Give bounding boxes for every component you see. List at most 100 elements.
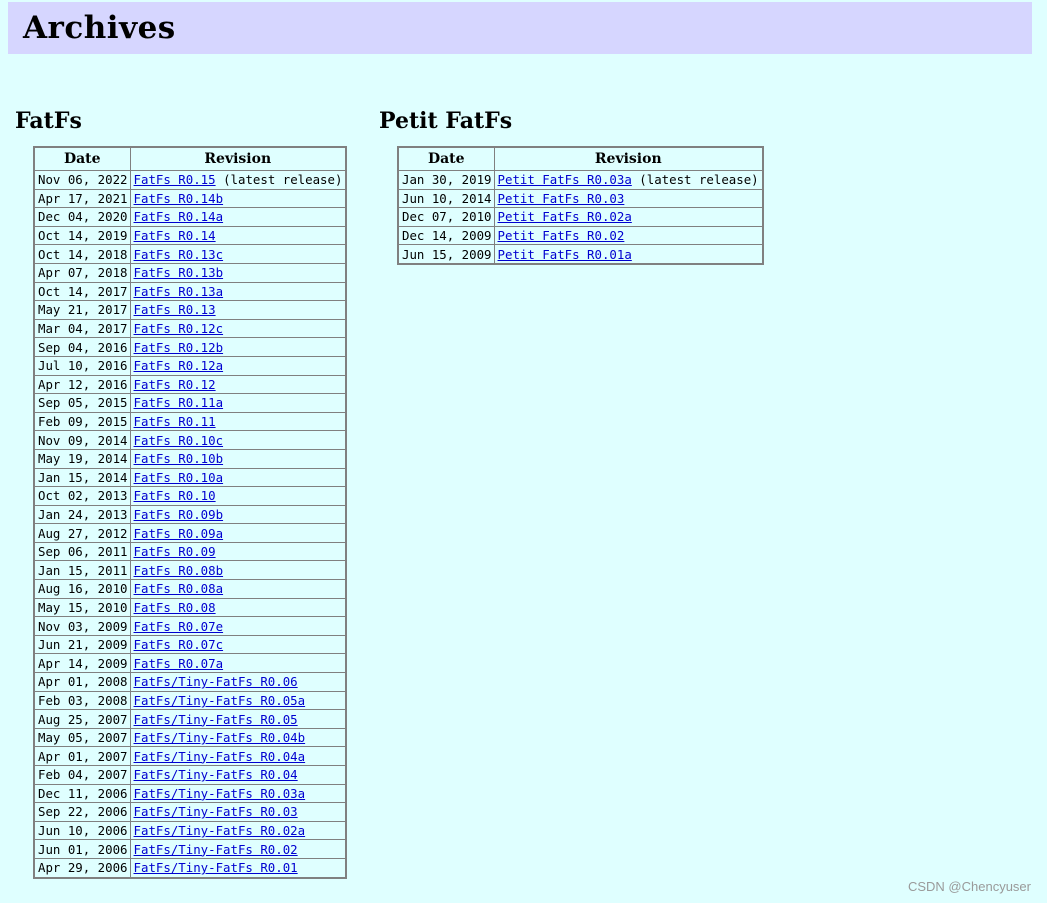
revision-link[interactable]: FatFs R0.13b	[134, 265, 224, 280]
release-date: Jun 01, 2006	[33, 839, 131, 859]
revision-link[interactable]: FatFs/Tiny-FatFs R0.01	[134, 860, 298, 875]
revision-link[interactable]: FatFs R0.10	[134, 488, 216, 503]
table-row: Mar 04, 2017 FatFs R0.12c	[33, 318, 347, 339]
release-date: May 15, 2010	[33, 597, 131, 618]
table-row: Jun 10, 2006 FatFs/Tiny-FatFs R0.02a	[33, 820, 347, 841]
release-date: Oct 14, 2017	[33, 281, 131, 302]
petit-fatfs-heading: Petit FatFs	[379, 108, 513, 134]
release-date: Feb 03, 2008	[33, 690, 131, 711]
table-row: Oct 02, 2013 FatFs R0.10	[33, 486, 347, 506]
release-date: Aug 27, 2012	[33, 523, 131, 543]
revision-link[interactable]: FatFs R0.08	[134, 600, 216, 615]
revision-link[interactable]: FatFs R0.11a	[134, 395, 224, 410]
revision-link[interactable]: FatFs/Tiny-FatFs R0.04a	[134, 749, 306, 764]
table-row: Aug 16, 2010 FatFs R0.08a	[33, 579, 347, 599]
revision-link[interactable]: FatFs R0.14b	[134, 191, 224, 206]
release-date: Jan 15, 2014	[33, 467, 131, 488]
revision-link[interactable]: FatFs R0.10a	[134, 470, 224, 485]
release-date: May 05, 2007	[33, 727, 131, 748]
revision-link[interactable]: FatFs/Tiny-FatFs R0.04	[134, 767, 298, 782]
table-row: Jan 30, 2019 Petit FatFs R0.03a (latest r…	[397, 170, 764, 190]
revision-link[interactable]: FatFs R0.10c	[134, 433, 224, 448]
revision-link[interactable]: FatFs R0.13c	[134, 247, 224, 262]
revision-link[interactable]: FatFs R0.12	[134, 377, 216, 392]
revision-link[interactable]: FatFs R0.14	[134, 228, 216, 243]
revision-link[interactable]: FatFs R0.13	[134, 302, 216, 317]
column-header-revision: Revision	[493, 146, 764, 171]
revision-link[interactable]: FatFs R0.13a	[134, 284, 224, 299]
revision-link[interactable]: Petit FatFs R0.03	[498, 191, 625, 206]
table-row: Dec 11, 2006 FatFs/Tiny-FatFs R0.03a	[33, 783, 347, 804]
revision-link[interactable]: FatFs/Tiny-FatFs R0.05a	[134, 693, 306, 708]
revision-cell: Petit FatFs R0.02	[493, 225, 764, 246]
table-row: Dec 14, 2009 Petit FatFs R0.02	[397, 225, 764, 246]
table-row: Jun 10, 2014 Petit FatFs R0.03	[397, 188, 764, 209]
revision-cell: FatFs/Tiny-FatFs R0.02	[129, 839, 347, 859]
revision-link[interactable]: FatFs R0.07e	[134, 619, 224, 634]
revision-link[interactable]: Petit FatFs R0.02	[498, 228, 625, 243]
revision-link[interactable]: FatFs/Tiny-FatFs R0.03a	[134, 786, 306, 801]
revision-cell: FatFs R0.07a	[129, 653, 347, 674]
revision-link[interactable]: FatFs R0.10b	[134, 451, 224, 466]
revision-cell: FatFs R0.12b	[129, 337, 347, 357]
revision-link[interactable]: FatFs/Tiny-FatFs R0.02	[134, 842, 298, 857]
table-row: Aug 25, 2007 FatFs/Tiny-FatFs R0.05	[33, 709, 347, 729]
revision-cell: FatFs R0.08	[129, 597, 347, 618]
release-date: Jan 15, 2011	[33, 560, 131, 581]
table-row: Jun 01, 2006 FatFs/Tiny-FatFs R0.02	[33, 839, 347, 859]
table-row: Oct 14, 2017 FatFs R0.13a	[33, 281, 347, 302]
table-header-row: Date Revision	[397, 146, 764, 171]
revision-cell: Petit FatFs R0.03	[493, 188, 764, 209]
release-date: Apr 07, 2018	[33, 262, 131, 283]
revision-link[interactable]: FatFs R0.15	[134, 172, 216, 187]
table-row: Apr 14, 2009 FatFs R0.07a	[33, 653, 347, 674]
revision-cell: FatFs R0.10b	[129, 448, 347, 469]
revision-link[interactable]: Petit FatFs R0.02a	[498, 209, 632, 224]
revision-cell: FatFs R0.07c	[129, 634, 347, 655]
revision-link[interactable]: FatFs/Tiny-FatFs R0.03	[134, 804, 298, 819]
revision-link[interactable]: FatFs R0.12a	[134, 358, 224, 373]
revision-link[interactable]: FatFs/Tiny-FatFs R0.06	[134, 674, 298, 689]
revision-cell: FatFs/Tiny-FatFs R0.05a	[129, 690, 347, 711]
release-date: Sep 04, 2016	[33, 337, 131, 357]
revision-link[interactable]: FatFs R0.12c	[134, 321, 224, 336]
revision-cell: FatFs R0.14a	[129, 207, 347, 227]
release-date: Apr 17, 2021	[33, 188, 131, 209]
release-date: Sep 06, 2011	[33, 541, 131, 562]
fatfs-archive-table: Date Revision Nov 06, 2022 FatFs R0.15 (l…	[33, 146, 347, 879]
revision-cell: FatFs R0.14b	[129, 188, 347, 209]
release-date: Apr 01, 2007	[33, 746, 131, 766]
revision-link[interactable]: FatFs R0.08b	[134, 563, 224, 578]
release-date: Nov 09, 2014	[33, 430, 131, 450]
revision-link[interactable]: FatFs/Tiny-FatFs R0.04b	[134, 730, 306, 745]
revision-link[interactable]: FatFs R0.09	[134, 544, 216, 559]
release-date: Jun 15, 2009	[397, 244, 495, 265]
revision-link[interactable]: FatFs R0.12b	[134, 340, 224, 355]
revision-link[interactable]: FatFs R0.08a	[134, 581, 224, 596]
release-date: Aug 25, 2007	[33, 709, 131, 729]
release-date: Jun 10, 2014	[397, 188, 495, 209]
revision-link[interactable]: FatFs R0.07a	[134, 656, 224, 671]
revision-cell: Petit FatFs R0.02a	[493, 207, 764, 227]
table-row: Dec 07, 2010 Petit FatFs R0.02a	[397, 207, 764, 227]
release-date: Oct 14, 2018	[33, 244, 131, 264]
revision-link[interactable]: Petit FatFs R0.03a	[498, 172, 632, 187]
revision-cell: FatFs/Tiny-FatFs R0.01	[129, 857, 347, 879]
revision-link[interactable]: FatFs R0.09a	[134, 526, 224, 541]
table-row: Jun 15, 2009 Petit FatFs R0.01a	[397, 244, 764, 265]
revision-link[interactable]: FatFs/Tiny-FatFs R0.05	[134, 712, 298, 727]
revision-cell: FatFs R0.13b	[129, 262, 347, 283]
revision-link[interactable]: FatFs R0.09b	[134, 507, 224, 522]
revision-cell: FatFs R0.13	[129, 300, 347, 320]
revision-link[interactable]: FatFs/Tiny-FatFs R0.02a	[134, 823, 306, 838]
revision-cell: FatFs R0.09b	[129, 504, 347, 525]
revision-link[interactable]: Petit FatFs R0.01a	[498, 247, 632, 262]
release-date: May 21, 2017	[33, 300, 131, 320]
revision-link[interactable]: FatFs R0.14a	[134, 209, 224, 224]
revision-link[interactable]: FatFs R0.11	[134, 414, 216, 429]
release-date: May 19, 2014	[33, 448, 131, 469]
release-date: Oct 02, 2013	[33, 486, 131, 506]
release-date: Dec 04, 2020	[33, 207, 131, 227]
table-row: Sep 05, 2015 FatFs R0.11a	[33, 393, 347, 413]
revision-link[interactable]: FatFs R0.07c	[134, 637, 224, 652]
